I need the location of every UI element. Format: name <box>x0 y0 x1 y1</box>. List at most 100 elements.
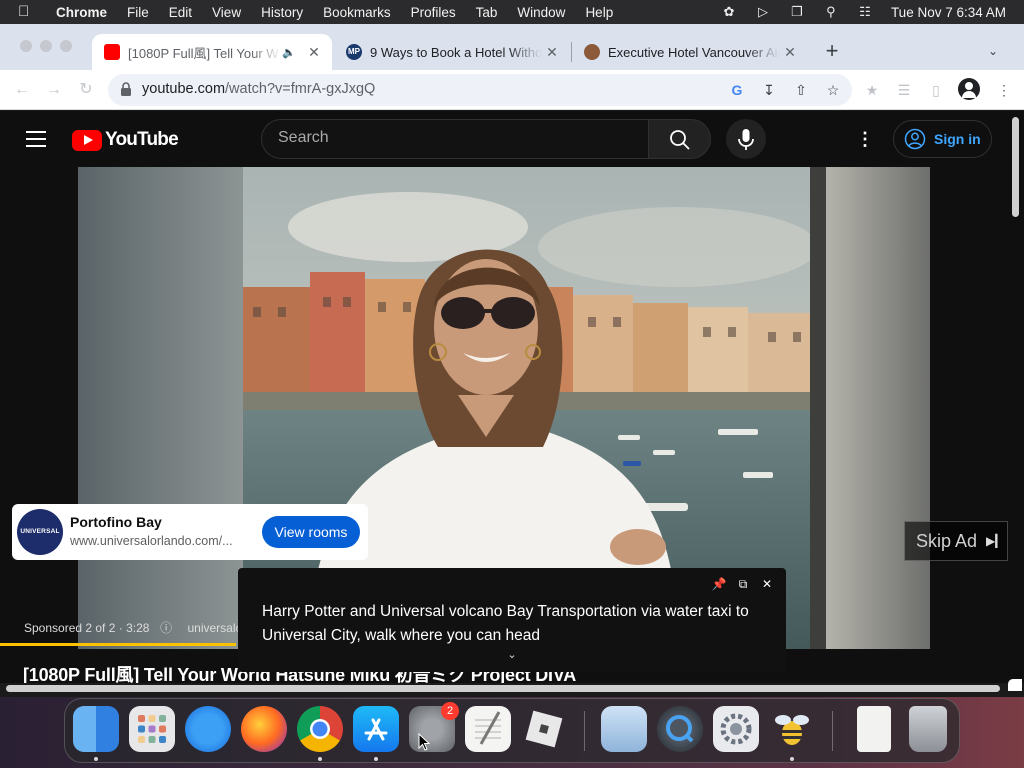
running-indicator <box>94 757 98 761</box>
menu-window[interactable]: Window <box>517 5 565 20</box>
chrome-icon[interactable] <box>297 706 343 752</box>
search-button[interactable] <box>648 119 711 159</box>
menu-profiles[interactable]: Profiles <box>411 5 456 20</box>
running-indicator <box>374 757 378 761</box>
safari-icon[interactable] <box>185 706 231 752</box>
url-text[interactable]: youtube.com/watch?v=fmrA-gxJxgQ <box>142 81 375 97</box>
play-status-icon[interactable]: ▷ <box>755 5 771 19</box>
notification-badge: 2 <box>441 702 459 720</box>
ad-progress-bar[interactable] <box>0 643 236 646</box>
horizontal-scrollbar[interactable] <box>0 679 1024 697</box>
tab-close-icon[interactable]: ✕ <box>780 44 800 61</box>
youtube-play-logo-icon <box>72 129 102 151</box>
menu-bar:  Chrome File Edit View History Bookmark… <box>0 0 1024 24</box>
system-preferences-gear-icon[interactable] <box>713 706 759 752</box>
firefox-icon[interactable] <box>241 706 287 752</box>
reading-list-icon[interactable]: ☰ <box>894 80 914 100</box>
textedit-icon[interactable] <box>465 706 511 752</box>
menu-tab[interactable]: Tab <box>476 5 498 20</box>
menu-clock[interactable]: Tue Nov 7 6:34 AM <box>891 5 1006 20</box>
apple-menu-icon[interactable]:  <box>18 4 38 20</box>
advertiser-name[interactable]: Portofino Bay <box>70 514 162 530</box>
sponsored-label: Sponsored 2 of 2 · 3:28 <box>24 621 150 635</box>
info-icon[interactable]: ⓘ <box>160 621 172 635</box>
extension-icon[interactable]: ★ <box>862 80 882 100</box>
scrollbar-thumb[interactable] <box>6 685 1000 692</box>
page-scrollbar[interactable] <box>1012 117 1019 217</box>
running-indicator <box>318 757 322 761</box>
google-lens-icon[interactable]: G <box>728 81 746 99</box>
dock-separator <box>832 711 833 751</box>
skip-next-icon: ▶▎ <box>986 534 1005 548</box>
skip-ad-label: Skip Ad <box>916 530 978 551</box>
youtube-favicon-icon <box>104 44 120 60</box>
bee-app-icon[interactable] <box>769 706 815 752</box>
window-minimize-button[interactable] <box>40 40 52 52</box>
pin-icon[interactable]: 📌 <box>710 576 728 592</box>
search-input[interactable]: Search <box>261 119 649 159</box>
chevron-down-icon[interactable]: ⌄ <box>504 648 520 661</box>
preview-icon[interactable] <box>601 706 647 752</box>
back-arrow-icon[interactable]: ← <box>10 78 34 102</box>
tab-search-chevron-icon[interactable]: ⌄ <box>982 40 1004 62</box>
tab-title: [1080P Full風] Tell Your W <box>128 45 279 61</box>
window-zoom-button[interactable] <box>60 40 72 52</box>
browser-toolbar: ← → ↻ youtube.com/watch?v=fmrA-gxJxgQ G … <box>0 70 1024 110</box>
control-center-icon[interactable]: ☷ <box>857 5 873 19</box>
launchpad-icon[interactable] <box>129 706 175 752</box>
bee-status-icon[interactable]: ✿ <box>721 5 737 19</box>
screen-mirror-icon[interactable]: ❐ <box>789 5 805 19</box>
tab-close-icon[interactable]: ✕ <box>304 44 324 61</box>
chrome-menu-icon[interactable]: ⋮ <box>994 80 1014 100</box>
universal-logo[interactable]: UNIVERSAL <box>17 509 63 555</box>
view-rooms-button[interactable]: View rooms <box>262 516 360 548</box>
sign-in-button[interactable]: Sign in <box>893 120 992 158</box>
mp-favicon-icon: MP <box>346 44 362 60</box>
youtube-logo[interactable]: YouTube <box>72 129 179 151</box>
window-close-button[interactable] <box>20 40 32 52</box>
install-app-icon[interactable]: ↧ <box>760 81 778 99</box>
finder-icon[interactable] <box>73 706 119 752</box>
account-circle-icon <box>904 128 926 150</box>
dock-separator <box>584 711 585 751</box>
side-panel-icon[interactable]: ▯ <box>926 80 946 100</box>
menu-edit[interactable]: Edit <box>169 5 192 20</box>
microphone-icon <box>738 129 754 150</box>
share-icon[interactable]: ⇧ <box>792 81 810 99</box>
caption-text: Harry Potter and Universal volcano Bay T… <box>262 603 749 644</box>
forward-arrow-icon[interactable]: → <box>42 78 66 102</box>
voice-search-button[interactable] <box>726 119 766 159</box>
lock-icon[interactable] <box>120 82 132 98</box>
spotlight-search-icon[interactable]: ⚲ <box>823 5 839 19</box>
profile-avatar-icon[interactable] <box>958 78 980 100</box>
menu-help[interactable]: Help <box>585 5 613 20</box>
menu-view[interactable]: View <box>212 5 241 20</box>
more-options-icon[interactable]: ⋮ <box>856 128 874 150</box>
document-icon[interactable] <box>857 706 891 752</box>
advertiser-url[interactable]: www.universalorlando.com/... <box>70 534 245 548</box>
tab-hotel-article[interactable]: MP 9 Ways to Book a Hotel Witho ✕ <box>334 34 570 70</box>
tab-audio-icon[interactable]: 🔈 <box>282 46 296 59</box>
menu-file[interactable]: File <box>127 5 149 20</box>
ad-overlay-card[interactable]: UNIVERSAL Portofino Bay www.universalorl… <box>12 504 368 560</box>
menu-app-chrome[interactable]: Chrome <box>56 5 107 20</box>
tab-executive-hotel[interactable]: Executive Hotel Vancouver Air ✕ <box>572 34 808 70</box>
hamburger-menu-icon[interactable] <box>26 131 46 147</box>
quicktime-icon[interactable] <box>657 706 703 752</box>
tab-youtube[interactable]: [1080P Full風] Tell Your W 🔈 ✕ <box>92 34 332 70</box>
sign-in-label: Sign in <box>934 131 981 147</box>
menu-history[interactable]: History <box>261 5 303 20</box>
expand-icon[interactable]: ⧉ <box>734 576 752 592</box>
reload-icon[interactable]: ↻ <box>74 78 98 102</box>
skip-ad-button[interactable]: Skip Ad ▶▎ <box>904 521 1008 561</box>
bookmark-star-icon[interactable]: ☆ <box>824 81 842 99</box>
close-icon[interactable]: ✕ <box>758 576 776 592</box>
tab-strip: [1080P Full風] Tell Your W 🔈 ✕ MP 9 Ways … <box>0 24 1024 70</box>
tab-close-icon[interactable]: ✕ <box>542 44 562 61</box>
trash-icon[interactable] <box>909 706 947 752</box>
new-tab-plus-icon[interactable]: + <box>818 38 846 66</box>
app-store-icon[interactable] <box>353 706 399 752</box>
roblox-icon[interactable] <box>521 706 567 752</box>
menu-bookmarks[interactable]: Bookmarks <box>323 5 391 20</box>
address-bar[interactable]: youtube.com/watch?v=fmrA-gxJxgQ G ↧ ⇧ ☆ <box>108 74 852 106</box>
